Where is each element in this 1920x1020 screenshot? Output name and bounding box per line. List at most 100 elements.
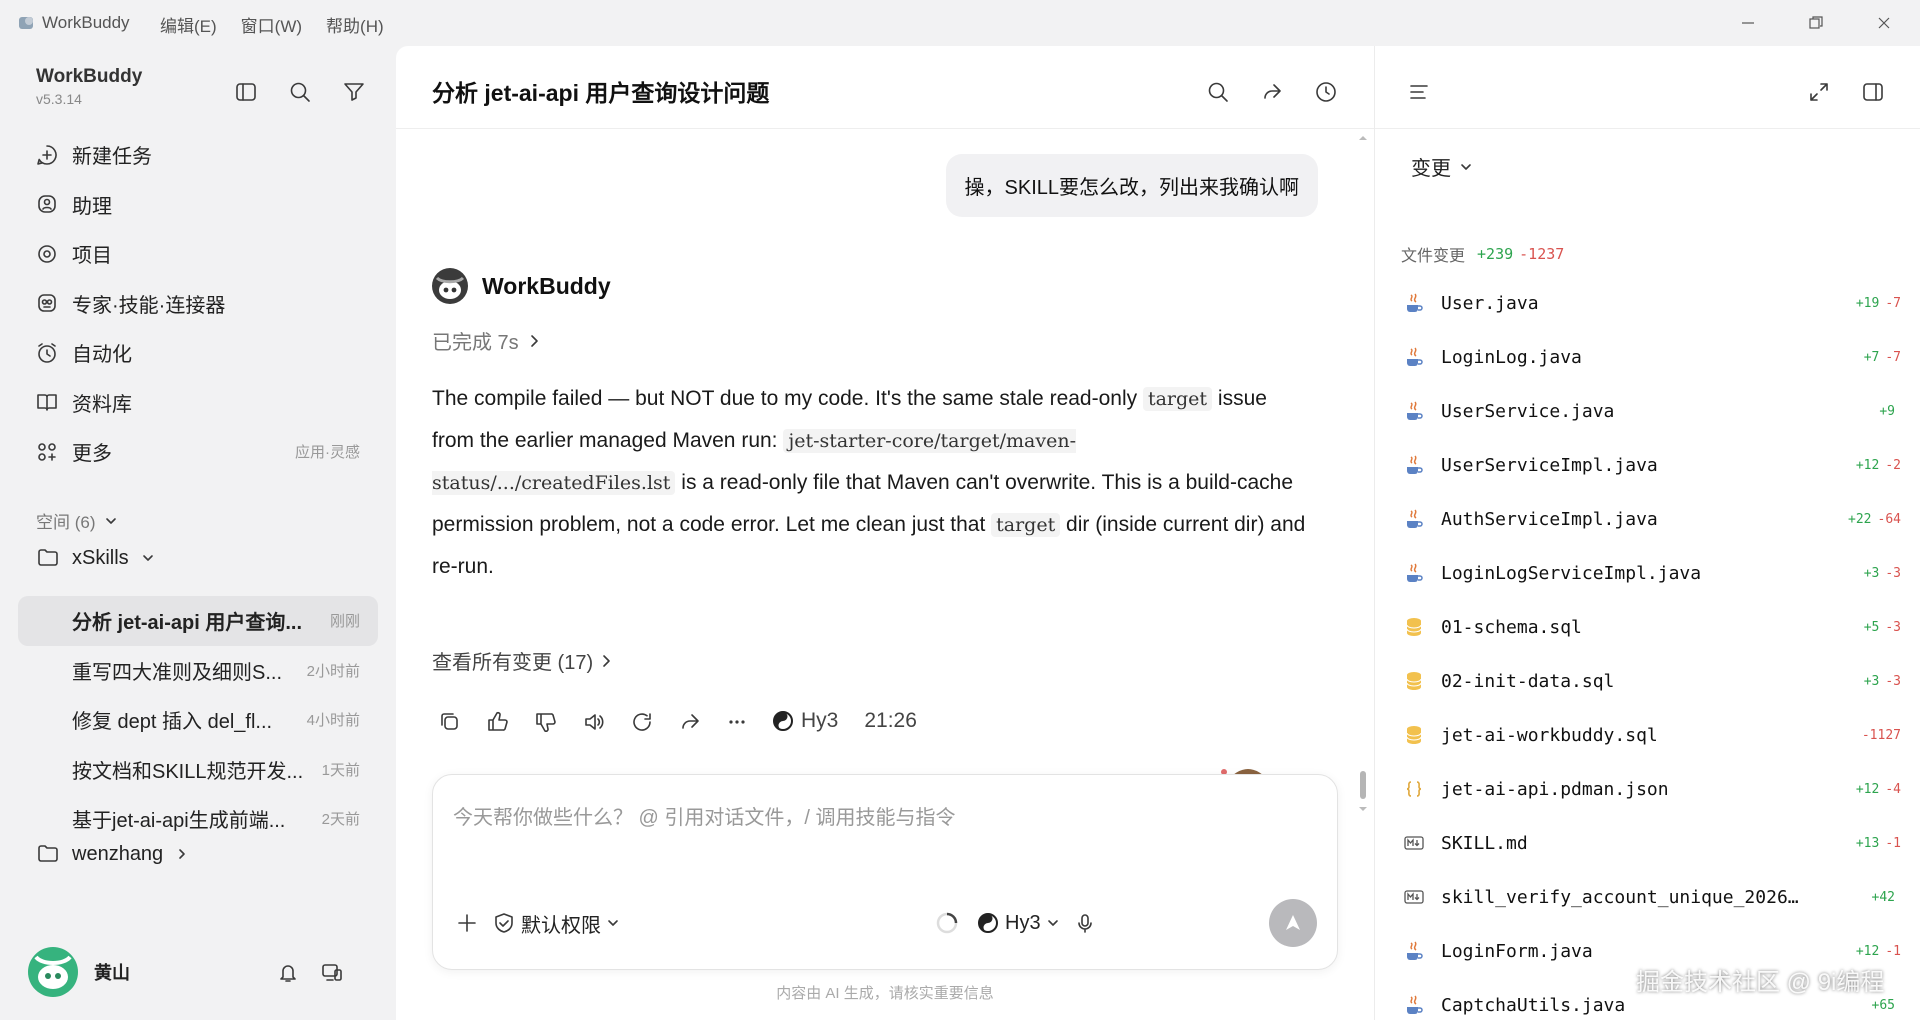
chat-scrollbar[interactable] [1356,134,1370,814]
read-aloud-button[interactable] [576,704,610,738]
task-item[interactable]: 修复 dept 插入 del_fl... 4小时前 [18,695,378,745]
minimize-button[interactable] [1714,0,1782,46]
menu-help[interactable]: 帮助(H) [326,12,384,37]
task-title: 分析 jet-ai-api 用户查询... [72,612,303,635]
regenerate-button[interactable] [624,704,658,738]
folder-wenzhang[interactable]: wenzhang [36,842,189,866]
message-composer[interactable]: 今天帮你做些什么？ @ 引用对话文件，/ 调用技能与指令 默认权限 Hy3 [432,774,1338,970]
changed-file-row[interactable]: LoginLog.java +7 -7 [1401,330,1901,384]
changed-file-row[interactable]: UserService.java +9 [1401,384,1901,438]
file-diff-stats: +12 -4 [1856,782,1901,797]
speaker-icon [585,714,604,730]
page-title: 分析 jet-ai-api 用户查询设计问题 [432,80,770,106]
close-button[interactable] [1850,0,1918,46]
changes-dropdown[interactable]: 变更 [1411,152,1473,181]
user-message: 操，SKILL要怎么改，列出来我确认啊 [945,154,1318,217]
changed-file-row[interactable]: jet-ai-workbuddy.sql -1127 [1401,708,1901,762]
send-arrow-icon [1286,915,1300,930]
composer-placeholder[interactable]: 今天帮你做些什么？ @ 引用对话文件，/ 调用技能与指令 [453,801,956,830]
task-time: 2小时前 [306,662,360,680]
attach-button[interactable] [447,903,487,943]
history-button[interactable] [1306,72,1346,112]
file-diff-stats: +42 [1872,890,1901,905]
task-time: 1天前 [321,761,360,779]
share-button[interactable] [1252,72,1292,112]
avatar[interactable] [28,947,78,997]
changed-file-row[interactable]: jet-ai-api.pdman.json +12 -4 [1401,762,1901,816]
inline-code: target [991,513,1061,537]
nav-project[interactable]: 项目 [18,229,378,279]
share-message-button[interactable] [672,704,706,738]
menu-window[interactable]: 窗口(W) [241,12,302,37]
folder-icon [38,845,58,862]
file-additions: +12 [1855,943,1880,959]
model-label: Hy3 [772,709,838,733]
file-name: 02-init-data.sql [1441,670,1615,692]
file-additions: +9 [1879,403,1895,419]
task-item[interactable]: 基于jet-ai-api生成前端... 2天前 [18,794,378,844]
devices-button[interactable] [314,954,350,990]
permission-selector[interactable]: 默认权限 [493,903,619,943]
file-name: AuthServiceImpl.java [1441,508,1658,530]
file-deletions: -2 [1885,457,1901,473]
file-name: SKILL.md [1441,832,1528,854]
completion-status[interactable]: 已完成 7s [432,326,541,355]
divider [396,128,1374,129]
bot-name: WorkBuddy [482,272,611,299]
model-selector[interactable]: Hy3 [977,903,1059,943]
filter-button[interactable] [336,74,372,110]
changed-file-row[interactable]: AuthServiceImpl.java +22 -64 [1401,492,1901,546]
file-deletions: -1 [1885,943,1901,959]
changes-menu-button[interactable] [1399,72,1439,112]
file-deletions: -1127 [1861,727,1901,743]
nav-library[interactable]: 资料库 [18,378,378,428]
expert-icon [34,290,60,316]
copy-button[interactable] [432,704,466,738]
task-item[interactable]: 重写四大准则及细则S... 2小时前 [18,646,378,696]
status-text: 已完成 7s [432,332,519,354]
notifications-button[interactable] [270,954,306,990]
like-button[interactable] [480,704,514,738]
file-name: 01-schema.sql [1441,616,1582,638]
task-item[interactable]: 分析 jet-ai-api 用户查询... 刚刚 [18,596,378,646]
more-options-button[interactable] [720,704,754,738]
file-deletions: -4 [1885,781,1901,797]
sidebar-nav: 新建任务 助理 项目 专家·技能·连接器 自动化 资料库 更多 应用·灵感 [18,130,378,477]
changed-file-row[interactable]: 01-schema.sql +5 -3 [1401,600,1901,654]
changed-file-row[interactable]: 02-init-data.sql +3 -3 [1401,654,1901,708]
changed-file-row[interactable]: UserServiceImpl.java +12 -2 [1401,438,1901,492]
nav-expert-skills[interactable]: 专家·技能·连接器 [18,279,378,329]
task-item[interactable]: 按文档和SKILL规范开发... 1天前 [18,745,378,795]
nav-more[interactable]: 更多 应用·灵感 [18,427,378,477]
automation-icon [34,340,60,366]
toggle-panel-button[interactable] [1853,72,1893,112]
app-version: v5.3.14 [36,91,82,107]
file-additions: +12 [1855,781,1880,797]
divider [1375,128,1920,129]
changed-file-row[interactable]: skill_verify_account_unique_2026… +42 [1401,870,1901,924]
restore-button[interactable] [1782,0,1850,46]
nav-more-hint: 应用·灵感 [295,444,360,462]
nav-assistant[interactable]: 助理 [18,180,378,230]
expand-button[interactable] [1799,72,1839,112]
dislike-button[interactable] [528,704,562,738]
view-all-changes-link[interactable]: 查看所有变更 (17) [432,646,613,675]
chat-search-button[interactable] [1198,72,1238,112]
spaces-toggle[interactable]: 空间 (6) [36,508,118,533]
changed-file-row[interactable]: User.java +19 -7 [1401,276,1901,330]
search-icon [290,82,310,102]
changed-file-row[interactable]: SKILL.md +13 -1 [1401,816,1901,870]
message-actions: Hy3 21:26 [432,704,917,738]
folder-xskills[interactable]: xSkills [36,546,155,570]
send-button[interactable] [1269,899,1317,947]
changed-file-row[interactable]: LoginLogServiceImpl.java +3 -3 [1401,546,1901,600]
nav-label: 新建任务 [72,146,152,169]
nav-new-task[interactable]: 新建任务 [18,130,378,180]
voice-input-button[interactable] [1065,903,1105,943]
nav-automation[interactable]: 自动化 [18,328,378,378]
view-all-label: 查看所有变更 (17) [432,652,594,674]
search-button[interactable] [282,74,318,110]
toggle-sidebar-button[interactable] [228,74,264,110]
menu-edit[interactable]: 编辑(E) [160,12,217,37]
file-deletions: -3 [1885,565,1901,581]
